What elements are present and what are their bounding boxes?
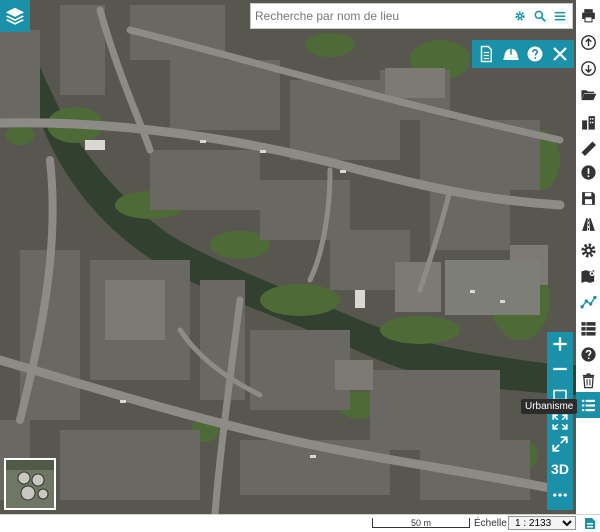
list-icon[interactable] xyxy=(576,392,600,418)
alert-icon[interactable] xyxy=(578,162,598,182)
navigation-controls: 3D xyxy=(547,332,573,510)
buildings-icon[interactable] xyxy=(578,112,598,132)
layers-button[interactable] xyxy=(0,0,30,32)
settings-icon[interactable] xyxy=(578,240,598,260)
minimap[interactable] xyxy=(4,458,56,510)
more-icon[interactable] xyxy=(547,483,573,507)
trash-icon[interactable] xyxy=(578,370,598,390)
zoom-in-icon[interactable] xyxy=(547,332,573,356)
right-sidebar xyxy=(576,0,600,514)
road-icon[interactable] xyxy=(578,214,598,234)
scale-label: Échelle : xyxy=(474,518,513,529)
expand-icon[interactable] xyxy=(547,432,573,456)
layers-icon xyxy=(5,7,25,25)
gear-icon[interactable] xyxy=(512,8,528,24)
export-icon[interactable] xyxy=(584,517,596,530)
scale-bar-label: 50 m xyxy=(410,518,431,528)
minimap-image xyxy=(6,460,54,508)
zoom-out-icon[interactable] xyxy=(547,357,573,381)
grid-icon[interactable] xyxy=(578,318,598,338)
menu-icon[interactable] xyxy=(552,8,568,24)
action-toolbar xyxy=(472,40,574,68)
ruler-icon[interactable] xyxy=(578,138,598,158)
route-icon[interactable] xyxy=(578,292,598,312)
help-icon[interactable] xyxy=(524,43,546,65)
scale-bar: 50 m xyxy=(372,518,470,528)
search-bar xyxy=(250,3,573,29)
search-icon[interactable] xyxy=(532,8,548,24)
3d-button[interactable]: 3D xyxy=(547,457,573,481)
document-icon[interactable] xyxy=(475,43,497,65)
helmet-icon[interactable] xyxy=(500,43,522,65)
download-icon[interactable] xyxy=(578,58,598,78)
close-icon[interactable] xyxy=(549,43,571,65)
folder-open-icon[interactable] xyxy=(578,84,598,104)
scale-select[interactable]: 1 : 2133 xyxy=(508,516,576,530)
map-canvas[interactable] xyxy=(0,0,576,514)
help-icon[interactable] xyxy=(578,344,598,364)
map-book-icon[interactable] xyxy=(578,266,598,286)
print-icon[interactable] xyxy=(578,5,598,25)
search-input[interactable] xyxy=(251,5,512,27)
3d-label: 3D xyxy=(551,461,569,477)
save-icon[interactable] xyxy=(578,188,598,208)
upload-icon[interactable] xyxy=(578,32,598,52)
tooltip: Urbanisme xyxy=(521,399,578,414)
status-bar: 50 m Échelle : 1 : 2133 xyxy=(0,514,600,532)
